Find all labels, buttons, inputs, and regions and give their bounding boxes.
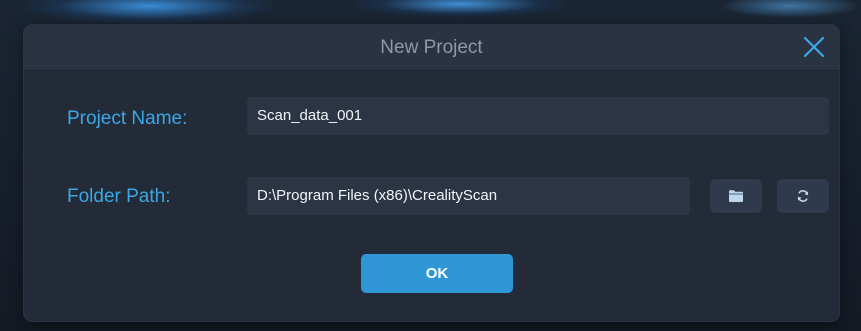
- browse-folder-button[interactable]: [710, 179, 762, 213]
- project-name-label: Project Name:: [67, 108, 188, 129]
- close-button[interactable]: [801, 34, 827, 60]
- dialog-title-bar: New Project: [24, 25, 839, 71]
- project-name-input[interactable]: Scan_data_001: [247, 97, 829, 135]
- dialog-title: New Project: [380, 37, 483, 58]
- folder-path-label: Folder Path:: [67, 186, 171, 207]
- new-project-dialog: New Project Project Name: Scan_data_001 …: [24, 25, 839, 321]
- folder-path-input[interactable]: D:\Program Files (x86)\CrealityScan: [247, 177, 690, 215]
- reset-path-button[interactable]: [777, 179, 829, 213]
- folder-icon: [729, 190, 743, 202]
- refresh-icon: [797, 190, 809, 202]
- ok-button[interactable]: OK: [361, 254, 513, 293]
- close-icon: [803, 36, 825, 58]
